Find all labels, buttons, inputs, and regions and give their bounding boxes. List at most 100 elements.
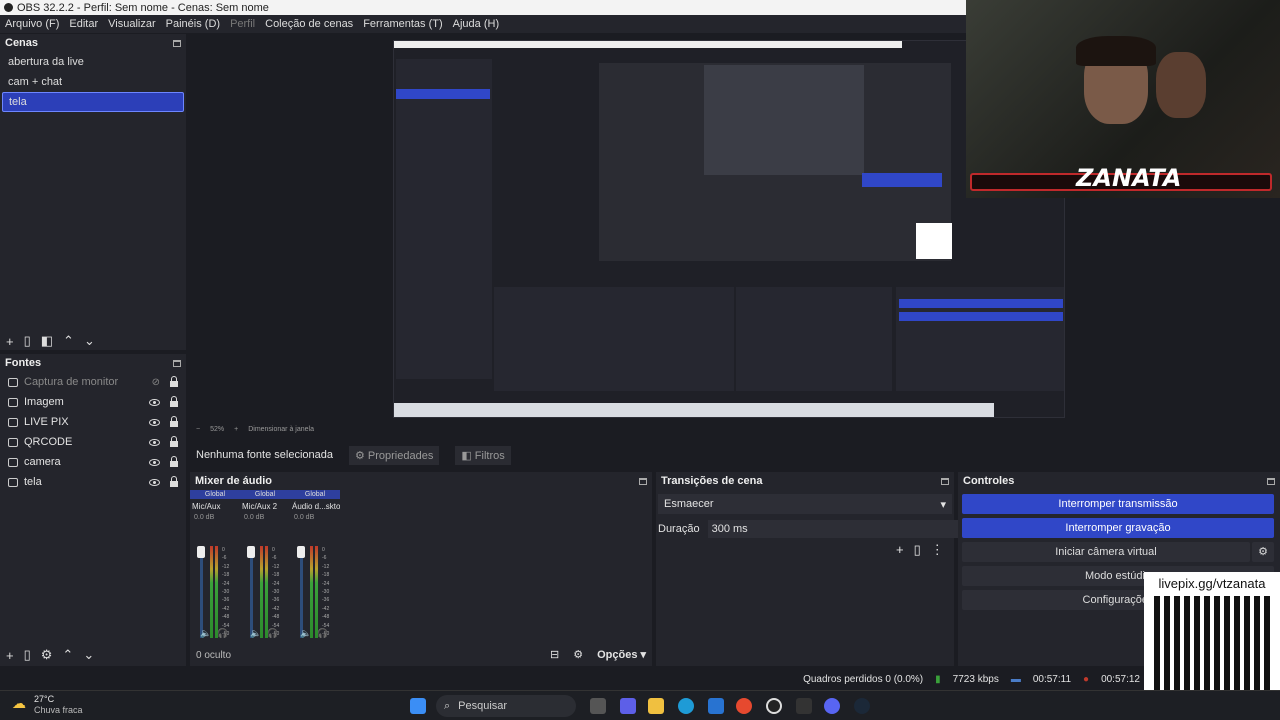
duration-input[interactable]: 300 ms	[707, 520, 958, 538]
eye-icon[interactable]	[149, 398, 160, 406]
add-icon[interactable]: +	[6, 648, 14, 663]
trash-icon[interactable]: ▯	[914, 542, 921, 558]
undock-icon[interactable]	[1267, 477, 1275, 485]
fader-handle[interactable]	[247, 546, 255, 558]
filters-button[interactable]: ◧ Filtros	[455, 445, 511, 465]
scene-item[interactable]: cam + chat	[2, 72, 184, 92]
nested-mixer	[494, 287, 734, 391]
volume-fader[interactable]	[200, 546, 203, 638]
channel-name[interactable]: Mic/Aux	[190, 499, 240, 514]
stop-record-button[interactable]: Interromper gravação	[962, 518, 1274, 538]
scene-item-selected[interactable]: tela	[2, 92, 184, 112]
edge-icon[interactable]	[678, 698, 694, 714]
task-view-icon[interactable]	[590, 698, 606, 714]
window-title: OBS 32.2.2 - Perfil: Sem nome - Cenas: S…	[17, 1, 269, 14]
weather-widget[interactable]: 27°C Chuva fraca	[34, 694, 83, 716]
move-down-icon[interactable]: ⌄	[84, 333, 95, 349]
filter-icon[interactable]: ◧	[41, 333, 53, 349]
zoom-in-icon[interactable]: +	[234, 426, 238, 436]
undock-icon[interactable]	[639, 477, 647, 485]
menu-perfil[interactable]: Perfil	[225, 18, 260, 30]
mute-icon[interactable]: 🔈	[300, 628, 311, 639]
record-icon: ●	[1083, 673, 1090, 685]
lock-icon[interactable]	[170, 475, 178, 487]
fader-handle[interactable]	[297, 546, 305, 558]
volume-fader[interactable]	[300, 546, 303, 638]
no-source-label: Nenhuma fonte selecionada	[196, 449, 333, 461]
more-icon[interactable]: ⋮	[931, 542, 944, 558]
widgets-icon[interactable]	[620, 698, 636, 714]
source-row[interactable]: QRCODE	[0, 432, 186, 452]
obs-taskbar-icon[interactable]	[766, 698, 782, 714]
lock-icon[interactable]	[170, 415, 178, 427]
options-dropdown[interactable]: Opções ▾	[597, 648, 646, 661]
store-icon[interactable]	[708, 698, 724, 714]
monitor-icon[interactable]: 🎧	[217, 628, 228, 639]
file-explorer-icon[interactable]	[648, 698, 664, 714]
source-row[interactable]: camera	[0, 452, 186, 472]
fit-dropdown[interactable]: Dimensionar à janela	[248, 426, 314, 436]
steam-icon[interactable]	[854, 698, 870, 714]
search-placeholder: Pesquisar	[458, 700, 508, 712]
menu-colecao-cenas[interactable]: Coleção de cenas	[260, 18, 358, 30]
eye-icon[interactable]	[149, 478, 160, 486]
undock-icon[interactable]	[173, 39, 181, 47]
zoom-out-icon[interactable]: −	[196, 426, 200, 436]
channel-name[interactable]: Áudio d...sktop 2	[290, 499, 340, 514]
menu-paineis[interactable]: Painéis (D)	[161, 18, 225, 30]
scenes-toolbar: + ▯ ◧ ⌃ ⌄	[0, 330, 95, 352]
source-row[interactable]: Captura de monitor ⊘	[0, 372, 186, 392]
layout-icon[interactable]: ⊟	[550, 648, 559, 661]
lock-icon[interactable]	[170, 455, 178, 467]
eye-icon[interactable]	[149, 458, 160, 466]
advanced-audio-icon[interactable]: ⚙	[573, 648, 583, 661]
gear-icon[interactable]: ⚙	[41, 647, 53, 663]
menu-ferramentas[interactable]: Ferramentas (T)	[358, 18, 447, 30]
start-icon[interactable]	[410, 698, 426, 714]
epic-games-icon[interactable]	[796, 698, 812, 714]
scene-item[interactable]: abertura da live	[2, 52, 184, 72]
scale-tick: 0	[272, 547, 275, 553]
properties-button[interactable]: ⚙ Propriedades	[348, 445, 440, 465]
menu-ajuda[interactable]: Ajuda (H)	[448, 18, 504, 30]
virtual-camera-button[interactable]: Iniciar câmera virtual	[962, 542, 1250, 562]
source-row[interactable]: Imagem	[0, 392, 186, 412]
chrome-icon[interactable]	[736, 698, 752, 714]
discord-icon[interactable]	[824, 698, 840, 714]
move-up-icon[interactable]: ⌃	[62, 647, 73, 663]
eye-icon[interactable]	[149, 438, 160, 446]
nested-buttons	[862, 173, 942, 187]
undock-icon[interactable]	[941, 477, 949, 485]
lock-icon[interactable]	[170, 375, 178, 387]
eye-icon[interactable]	[149, 418, 160, 426]
trash-icon[interactable]: ▯	[24, 333, 31, 349]
stop-stream-button[interactable]: Interromper transmissão	[962, 494, 1274, 514]
lock-icon[interactable]	[170, 435, 178, 447]
menu-editar[interactable]: Editar	[64, 18, 103, 30]
program-preview[interactable]	[393, 40, 1065, 418]
volume-fader[interactable]	[250, 546, 253, 638]
taskbar-search[interactable]: ⌕ Pesquisar	[436, 695, 576, 717]
monitor-icon[interactable]: 🎧	[317, 628, 328, 639]
move-up-icon[interactable]: ⌃	[63, 333, 74, 349]
mute-icon[interactable]: 🔈	[250, 628, 261, 639]
menu-visualizar[interactable]: Visualizar	[103, 18, 161, 30]
gear-icon[interactable]: ⚙	[1252, 542, 1274, 562]
source-row[interactable]: tela	[0, 472, 186, 492]
menu-arquivo[interactable]: Arquivo (F)	[0, 18, 64, 30]
trash-icon[interactable]: ▯	[24, 647, 31, 663]
transition-select[interactable]: Esmaecer ▾	[658, 494, 952, 514]
monitor-icon[interactable]: 🎧	[267, 628, 278, 639]
fader-handle[interactable]	[197, 546, 205, 558]
source-name: Captura de monitor	[24, 376, 119, 388]
nested-selected-scene	[396, 89, 490, 99]
move-down-icon[interactable]: ⌄	[83, 647, 94, 663]
mute-icon[interactable]: 🔈	[200, 628, 211, 639]
lock-icon[interactable]	[170, 395, 178, 407]
source-row[interactable]: LIVE PIX	[0, 412, 186, 432]
add-icon[interactable]: +	[896, 542, 904, 558]
add-icon[interactable]: +	[6, 334, 14, 349]
undock-icon[interactable]	[173, 359, 181, 367]
eye-off-icon[interactable]: ⊘	[152, 377, 160, 388]
channel-name[interactable]: Mic/Aux 2	[240, 499, 290, 514]
